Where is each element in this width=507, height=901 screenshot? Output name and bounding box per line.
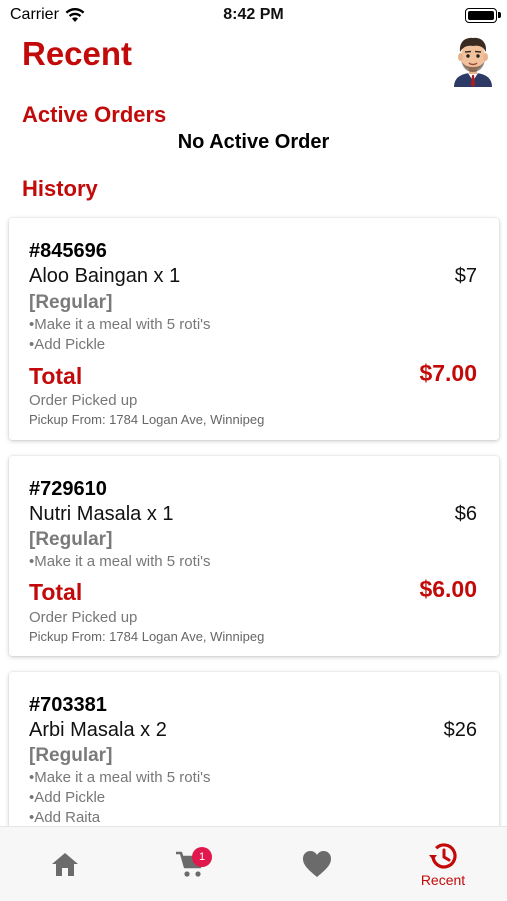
addon-line: •Add Pickle [29,789,106,806]
addon-line: •Add Raita [29,809,101,826]
total-value: $6.00 [419,576,477,602]
tab-home[interactable] [2,827,128,901]
tab-favorites[interactable] [254,827,380,901]
tab-bar: 1 Recent [0,826,507,901]
status-bar: Carrier 8:42 PM [0,0,507,30]
no-active-order-text: No Active Order [177,131,330,153]
tab-recent[interactable]: Recent [380,827,506,901]
order-status: Order Picked up [29,392,138,409]
item-variant: [Regular] [29,529,113,550]
addon-line: •Add Pickle [29,336,106,353]
item-name: Aloo Baingan x 1 [29,265,181,287]
item-price: $7 [454,265,477,287]
order-card[interactable]: #845696 Aloo Baingan x 1 $7 [Regular] •M… [9,218,499,440]
carrier: Carrier [10,6,85,24]
total-value: $7.00 [419,360,477,386]
carrier-label: Carrier [10,6,59,23]
pickup-location: Pickup From: 1784 Logan Ave, Winnipeg [29,629,265,644]
history-title: History [22,176,98,201]
item-name: Arbi Masala x 2 [29,719,167,741]
total-label: Total [29,363,83,389]
page-title: Recent [22,35,133,72]
active-orders-title: Active Orders [22,102,167,127]
recent-icon [429,842,457,869]
heart-icon [303,851,331,877]
order-status: Order Picked up [29,609,138,626]
wifi-icon [65,7,85,22]
avatar[interactable] [450,35,496,87]
pickup-location: Pickup From: 1784 Logan Ave, Winnipeg [29,412,265,427]
tab-recent-label: Recent [420,871,466,888]
battery-icon [465,8,501,23]
item-price: $6 [454,503,477,525]
cart-badge: 1 [192,847,212,867]
avatar-icon [454,37,492,87]
order-id: #703381 [29,694,107,716]
home-icon [52,853,78,876]
item-name: Nutri Masala x 1 [29,503,174,525]
order-card[interactable]: #729610 Nutri Masala x 1 $6 [Regular] •M… [9,456,499,656]
order-id: #729610 [29,478,107,500]
item-variant: [Regular] [29,745,113,766]
addon-line: •Make it a meal with 5 roti's [29,316,211,333]
tab-cart[interactable]: 1 [128,827,254,901]
total-label: Total [29,579,83,605]
addon-line: •Make it a meal with 5 roti's [29,553,211,570]
item-price: $26 [443,719,477,741]
order-id: #845696 [29,240,107,262]
item-variant: [Regular] [29,292,113,313]
addon-line: •Make it a meal with 5 roti's [29,769,211,786]
